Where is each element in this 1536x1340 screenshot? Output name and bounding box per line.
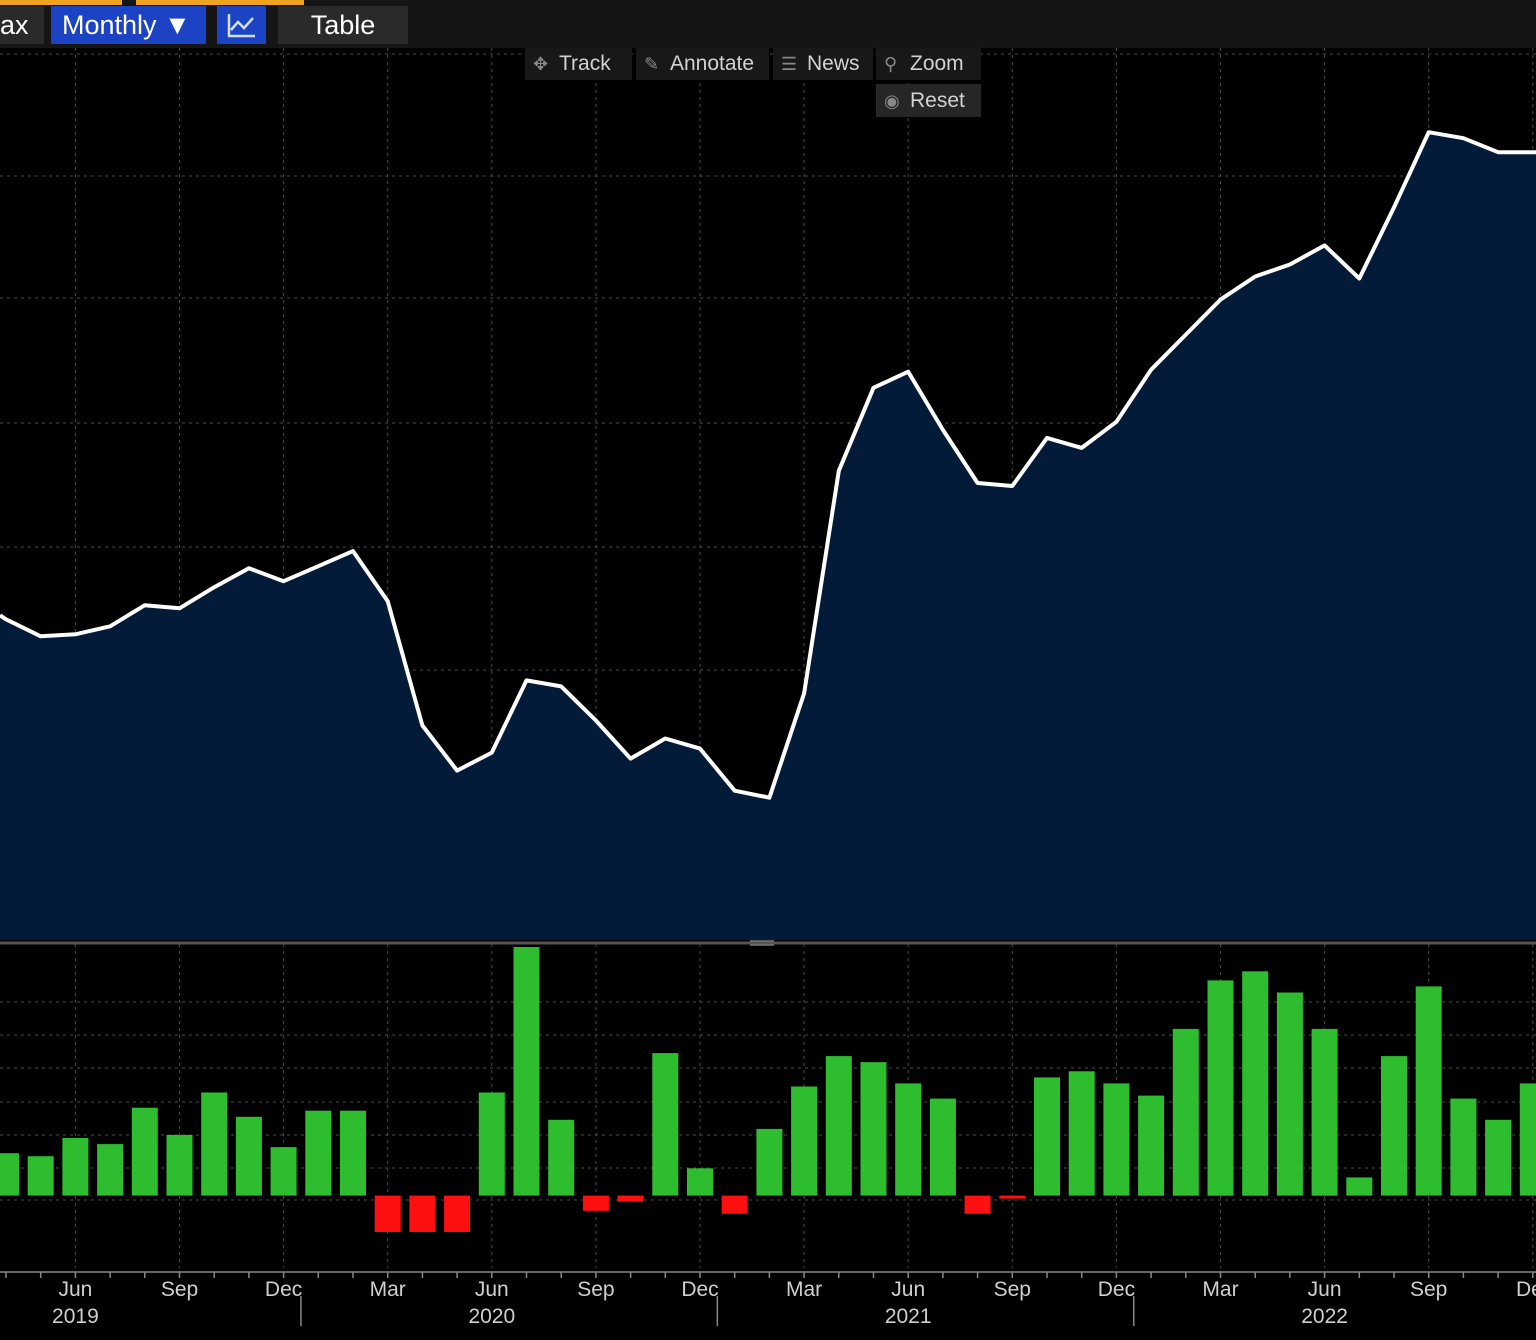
x-tick-label: Sep [577,1278,614,1301]
x-tick-label: Jun [1308,1278,1342,1301]
track-tool-label: Track [559,52,611,75]
bar-2022-08 [1381,1056,1407,1196]
crosshair-icon: ✥ [533,54,549,74]
bar-2020-08 [548,1119,575,1196]
reset-zoom-label: Reset [910,89,965,112]
bar-2021-07 [929,1098,956,1196]
period-dropdown-label: Monthly ▼ [62,10,191,40]
bar-2021-03 [791,1086,818,1196]
bar-2021-06 [895,1083,922,1196]
bar-2019-10 [201,1092,228,1196]
x-year-label: 2020 [468,1305,515,1328]
x-tick-label: Mar [370,1278,406,1301]
toolbar-accent-strip [136,0,304,5]
zoom-tool-label: Zoom [910,52,964,75]
bar-2022-07 [1346,1177,1373,1196]
line-chart-mode-button[interactable] [217,6,266,44]
bar-2022-03 [1207,980,1234,1196]
table-view-label: Table [310,10,376,40]
bar-2022-05 [1276,992,1303,1196]
bar-2020-02 [340,1110,366,1196]
news-tool-label: News [807,52,860,75]
bar-2020-07 [513,947,540,1196]
x-tick-label: Dec [1098,1278,1135,1301]
bar-2022-02 [1172,1028,1199,1196]
top-toolbar: ax Monthly ▼ Table [0,0,1536,48]
news-tool-button[interactable]: ☰ News [773,47,873,80]
bar-2020-09 [582,1195,609,1211]
bar-2021-09 [999,1195,1026,1199]
x-tick-label: De [1516,1278,1536,1301]
bar-2020-06 [478,1092,505,1196]
bar-2019-05 [27,1156,54,1196]
x-tick-label: Jun [58,1278,92,1301]
max-range-label: ax [0,10,29,40]
reset-icon: ◉ [884,91,900,111]
x-tick-label: Mar [1202,1278,1238,1301]
bar-2021-04 [825,1056,852,1196]
pencil-icon: ✎ [644,54,660,74]
bar-2022-04 [1242,971,1269,1196]
track-tool-button[interactable]: ✥ Track [525,47,632,80]
reset-zoom-button[interactable]: ◉ Reset [876,84,981,117]
bar-2020-05 [444,1195,471,1232]
bar-2022-11 [1485,1119,1512,1196]
period-dropdown[interactable]: Monthly ▼ [51,6,206,44]
x-tick-label: Jun [891,1278,925,1301]
bar-2019-08 [131,1107,158,1196]
zoom-tool-button[interactable]: ⚲ Zoom [876,47,981,80]
bar-2022-06 [1311,1028,1338,1196]
x-axis: Jun Sep Dec Mar Jun Sep Dec Mar Jun Sep Dec Mar Jun S… [5,1272,1536,1328]
price-area-fill [0,132,1536,940]
chart-canvas[interactable]: Jun Sep Dec Mar Jun Sep Dec Mar Jun Sep Dec Mar Jun S… [0,48,1536,1340]
news-icon: ☰ [781,54,798,74]
bar-2020-10 [617,1195,644,1202]
bar-2022-09 [1415,986,1442,1196]
table-view-button[interactable]: Table [278,6,408,44]
magnifier-icon: ⚲ [884,54,898,74]
bar-2020-01 [305,1110,332,1196]
annotate-tool-label: Annotate [670,52,755,75]
bar-2020-11 [652,1053,679,1196]
x-year-label: 2019 [52,1305,99,1328]
bar-2021-11 [1068,1071,1095,1196]
max-range-button[interactable]: ax [0,6,44,44]
bar-2020-03 [374,1195,401,1232]
bar-2020-04 [409,1195,436,1232]
x-year-label: 2021 [885,1305,932,1328]
bar-2021-05 [860,1062,887,1196]
bar-2022-10 [1450,1098,1477,1196]
bar-2021-12 [1103,1083,1130,1196]
bar-2019-09 [166,1135,193,1196]
bar-2019-11 [235,1116,262,1196]
bar-2019-12 [270,1147,297,1196]
bar-2019-04 [0,1153,19,1196]
bar-2021-01 [721,1195,748,1214]
x-tick-label: Sep [1410,1278,1447,1301]
line-chart-icon [227,14,255,38]
x-year-label: 2022 [1301,1305,1348,1328]
annotate-tool-button[interactable]: ✎ Annotate [636,47,769,80]
bar-2019-07 [97,1144,124,1196]
x-tick-label: Dec [681,1278,718,1301]
toolbar-accent-strip [0,0,122,5]
x-tick-label: Jun [475,1278,509,1301]
x-tick-label: Dec [265,1278,302,1301]
bar-layer [0,947,1536,1232]
bar-2022-01 [1138,1095,1165,1196]
bar-2022-12 [1519,1083,1536,1196]
x-tick-label: Sep [161,1278,198,1301]
x-tick-label: Sep [994,1278,1031,1301]
bar-2021-02 [756,1128,783,1196]
bar-2021-10 [1034,1077,1060,1196]
bar-2021-08 [964,1195,991,1214]
bar-2019-06 [62,1138,89,1196]
bar-2020-12 [687,1168,713,1196]
x-tick-label: Mar [786,1278,822,1301]
